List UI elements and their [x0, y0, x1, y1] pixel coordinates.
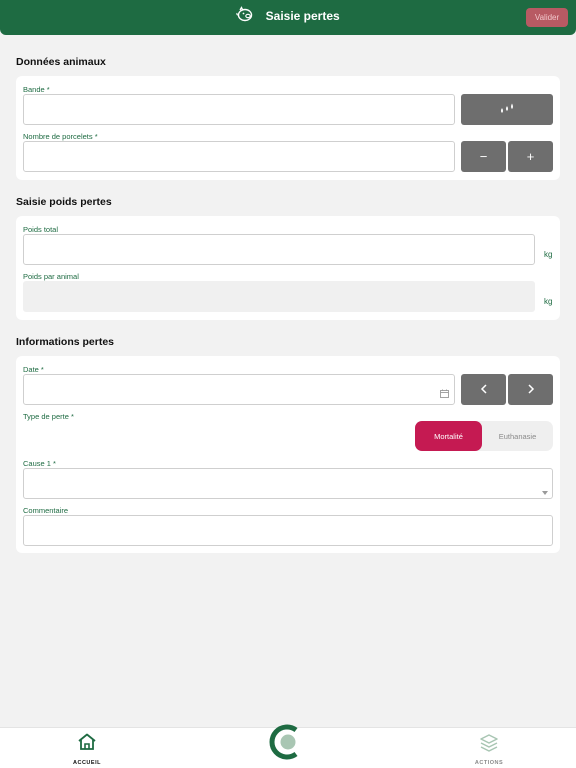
home-icon	[77, 733, 97, 753]
type-perte-label: Type de perte *	[23, 412, 74, 421]
page-title: Saisie pertes	[265, 9, 340, 24]
header-title-wrap: Saisie pertes	[0, 6, 576, 25]
app-header: Saisie pertes Valider	[0, 0, 576, 35]
increment-button[interactable]: +	[508, 141, 553, 172]
bande-label: Bande *	[23, 85, 50, 94]
toggle-option-euthanasie[interactable]: Euthanasie	[484, 421, 551, 451]
decrement-button[interactable]: −	[461, 141, 506, 172]
toggle-option-mortalite[interactable]: Mortalité	[415, 421, 482, 451]
poids-animal-label: Poids par animal	[23, 272, 79, 281]
next-date-button[interactable]	[508, 374, 553, 405]
cause-label: Cause 1 *	[23, 459, 56, 468]
date-label: Date *	[23, 365, 44, 374]
chevron-left-icon	[480, 381, 488, 399]
nav-actions-label: ACTIONS	[474, 760, 504, 766]
commentaire-input[interactable]	[23, 515, 553, 546]
section-title-poids: Saisie poids pertes	[16, 196, 112, 208]
poids-total-input[interactable]	[23, 234, 535, 265]
chevron-right-icon	[527, 381, 535, 399]
poids-total-label: Poids total	[23, 225, 59, 234]
calendar-icon[interactable]	[440, 385, 449, 403]
logo-icon	[269, 724, 303, 764]
nav-accueil-label: ACCUEIL	[73, 760, 101, 766]
section-title-animaux: Données animaux	[16, 56, 106, 68]
center-logo-button[interactable]	[269, 724, 303, 760]
previous-date-button[interactable]	[461, 374, 506, 405]
poids-animal-unit: kg	[544, 297, 553, 306]
type-perte-toggle: Mortalité Euthanasie	[415, 421, 553, 451]
scan-bande-button[interactable]	[461, 94, 553, 125]
pig-icon	[236, 6, 254, 25]
poids-total-unit: kg	[544, 250, 553, 259]
date-input[interactable]	[23, 374, 455, 405]
poids-animal-input	[23, 281, 535, 312]
valider-button[interactable]: Valider	[526, 8, 568, 27]
layers-icon	[479, 733, 499, 755]
porcelets-input[interactable]	[23, 141, 455, 172]
drops-icon	[499, 101, 515, 119]
cause-select[interactable]	[23, 468, 553, 499]
section-title-infos: Informations pertes	[16, 336, 115, 348]
bottom-nav: ACCUEIL ACTIONS	[0, 724, 576, 768]
bande-input[interactable]	[23, 94, 455, 125]
dropdown-arrow-icon	[542, 482, 548, 500]
commentaire-label: Commentaire	[23, 506, 69, 515]
porcelets-label: Nombre de porcelets *	[23, 132, 98, 141]
